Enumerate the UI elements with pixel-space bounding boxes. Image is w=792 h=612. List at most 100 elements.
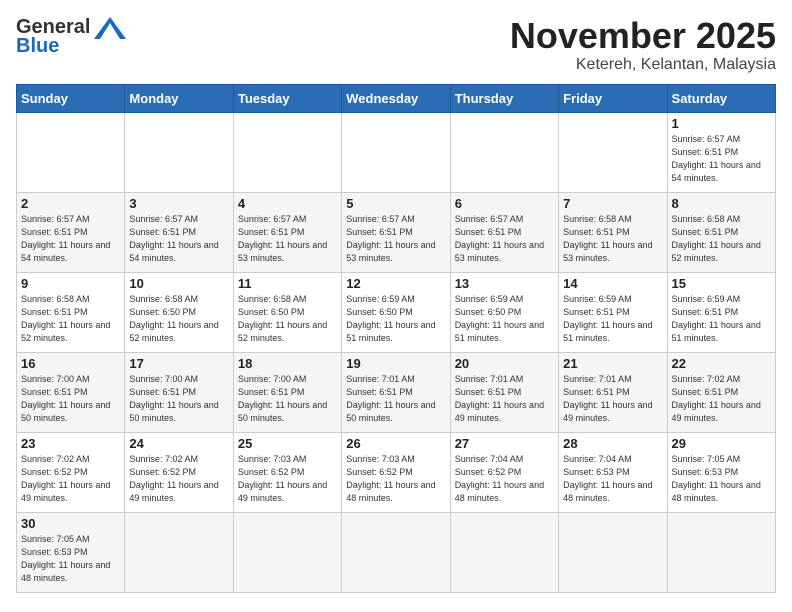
calendar-cell: 2 Sunrise: 6:57 AM Sunset: 6:51 PM Daylig… xyxy=(17,192,125,272)
calendar-cell xyxy=(342,512,450,592)
day-number: 11 xyxy=(238,276,337,291)
day-header-friday: Friday xyxy=(559,84,667,112)
logo-icon xyxy=(94,17,126,39)
day-number: 17 xyxy=(129,356,228,371)
calendar-cell: 7 Sunrise: 6:58 AM Sunset: 6:51 PM Daylig… xyxy=(559,192,667,272)
location-title: Ketereh, Kelantan, Malaysia xyxy=(510,56,776,74)
calendar-week-row: 30Sunrise: 7:05 AM Sunset: 6:53 PM Dayli… xyxy=(17,512,776,592)
month-title: November 2025 xyxy=(510,16,776,56)
calendar-cell: 20 Sunrise: 7:01 AM Sunset: 6:51 PM Dayli… xyxy=(450,352,558,432)
day-info: Sunrise: 7:05 AM Sunset: 6:53 PM Dayligh… xyxy=(672,453,771,505)
day-number: 10 xyxy=(129,276,228,291)
calendar-cell: 12 Sunrise: 6:59 AM Sunset: 6:50 PM Dayli… xyxy=(342,272,450,352)
day-number: 5 xyxy=(346,196,445,211)
day-number: 18 xyxy=(238,356,337,371)
calendar-cell: 3Sunrise: 6:57 AM Sunset: 6:51 PM Daylig… xyxy=(125,192,233,272)
day-number: 27 xyxy=(455,436,554,451)
day-info: Sunrise: 6:57 AM Sunset: 6:51 PM Dayligh… xyxy=(21,213,120,265)
day-info: Sunrise: 7:01 AM Sunset: 6:51 PM Dayligh… xyxy=(346,373,445,425)
day-header-saturday: Saturday xyxy=(667,84,775,112)
calendar-cell xyxy=(667,512,775,592)
calendar-cell xyxy=(17,112,125,192)
calendar-cell: 8 Sunrise: 6:58 AM Sunset: 6:51 PM Daylig… xyxy=(667,192,775,272)
day-info: Sunrise: 7:00 AM Sunset: 6:51 PM Dayligh… xyxy=(129,373,228,425)
calendar-cell xyxy=(233,512,341,592)
day-number: 21 xyxy=(563,356,662,371)
day-info: Sunrise: 6:58 AM Sunset: 6:51 PM Dayligh… xyxy=(563,213,662,265)
calendar-cell: 25 Sunrise: 7:03 AM Sunset: 6:52 PM Dayli… xyxy=(233,432,341,512)
calendar-cell: 27 Sunrise: 7:04 AM Sunset: 6:52 PM Dayli… xyxy=(450,432,558,512)
calendar-week-row: 23Sunrise: 7:02 AM Sunset: 6:52 PM Dayli… xyxy=(17,432,776,512)
day-number: 25 xyxy=(238,436,337,451)
day-info: Sunrise: 7:03 AM Sunset: 6:52 PM Dayligh… xyxy=(238,453,337,505)
calendar-cell xyxy=(125,112,233,192)
day-info: Sunrise: 6:58 AM Sunset: 6:51 PM Dayligh… xyxy=(21,293,120,345)
calendar-cell: 26 Sunrise: 7:03 AM Sunset: 6:52 PM Dayli… xyxy=(342,432,450,512)
calendar-cell: 15Sunrise: 6:59 AM Sunset: 6:51 PM Dayli… xyxy=(667,272,775,352)
day-info: Sunrise: 7:05 AM Sunset: 6:53 PM Dayligh… xyxy=(21,533,120,585)
day-header-tuesday: Tuesday xyxy=(233,84,341,112)
title-area: November 2025 Ketereh, Kelantan, Malaysi… xyxy=(510,16,776,74)
calendar-cell: 5 Sunrise: 6:57 AM Sunset: 6:51 PM Daylig… xyxy=(342,192,450,272)
calendar-cell: 28Sunrise: 7:04 AM Sunset: 6:53 PM Dayli… xyxy=(559,432,667,512)
calendar-cell: 30Sunrise: 7:05 AM Sunset: 6:53 PM Dayli… xyxy=(17,512,125,592)
calendar-cell: 29Sunrise: 7:05 AM Sunset: 6:53 PM Dayli… xyxy=(667,432,775,512)
day-info: Sunrise: 6:58 AM Sunset: 6:50 PM Dayligh… xyxy=(238,293,337,345)
day-number: 7 xyxy=(563,196,662,211)
day-info: Sunrise: 7:03 AM Sunset: 6:52 PM Dayligh… xyxy=(346,453,445,505)
calendar-week-row: 16 Sunrise: 7:00 AM Sunset: 6:51 PM Dayli… xyxy=(17,352,776,432)
calendar-cell: 21 Sunrise: 7:01 AM Sunset: 6:51 PM Dayli… xyxy=(559,352,667,432)
calendar-cell: 23Sunrise: 7:02 AM Sunset: 6:52 PM Dayli… xyxy=(17,432,125,512)
calendar-cell: 1Sunrise: 6:57 AM Sunset: 6:51 PM Daylig… xyxy=(667,112,775,192)
day-header-sunday: Sunday xyxy=(17,84,125,112)
day-number: 2 xyxy=(21,196,120,211)
day-info: Sunrise: 7:04 AM Sunset: 6:52 PM Dayligh… xyxy=(455,453,554,505)
logo-blue-text: Blue xyxy=(16,35,59,58)
logo-area: General Blue xyxy=(16,16,126,58)
calendar-week-row: 1Sunrise: 6:57 AM Sunset: 6:51 PM Daylig… xyxy=(17,112,776,192)
day-number: 12 xyxy=(346,276,445,291)
day-number: 3 xyxy=(129,196,228,211)
calendar-cell: 4 Sunrise: 6:57 AM Sunset: 6:51 PM Daylig… xyxy=(233,192,341,272)
day-number: 24 xyxy=(129,436,228,451)
day-header-thursday: Thursday xyxy=(450,84,558,112)
day-number: 20 xyxy=(455,356,554,371)
day-number: 8 xyxy=(672,196,771,211)
calendar-cell: 22Sunrise: 7:02 AM Sunset: 6:51 PM Dayli… xyxy=(667,352,775,432)
day-number: 9 xyxy=(21,276,120,291)
day-number: 6 xyxy=(455,196,554,211)
calendar-cell: 11 Sunrise: 6:58 AM Sunset: 6:50 PM Dayli… xyxy=(233,272,341,352)
day-info: Sunrise: 7:01 AM Sunset: 6:51 PM Dayligh… xyxy=(455,373,554,425)
calendar-week-row: 2 Sunrise: 6:57 AM Sunset: 6:51 PM Daylig… xyxy=(17,192,776,272)
day-info: Sunrise: 6:57 AM Sunset: 6:51 PM Dayligh… xyxy=(346,213,445,265)
calendar-cell xyxy=(559,512,667,592)
day-info: Sunrise: 6:57 AM Sunset: 6:51 PM Dayligh… xyxy=(455,213,554,265)
day-number: 16 xyxy=(21,356,120,371)
calendar-cell xyxy=(450,512,558,592)
calendar-cell: 10 Sunrise: 6:58 AM Sunset: 6:50 PM Dayli… xyxy=(125,272,233,352)
day-number: 28 xyxy=(563,436,662,451)
day-number: 4 xyxy=(238,196,337,211)
calendar-cell xyxy=(125,512,233,592)
calendar-header-row: SundayMondayTuesdayWednesdayThursdayFrid… xyxy=(17,84,776,112)
day-info: Sunrise: 6:58 AM Sunset: 6:50 PM Dayligh… xyxy=(129,293,228,345)
day-info: Sunrise: 7:01 AM Sunset: 6:51 PM Dayligh… xyxy=(563,373,662,425)
day-info: Sunrise: 6:59 AM Sunset: 6:51 PM Dayligh… xyxy=(672,293,771,345)
header: General Blue November 2025 Ketereh, Kela… xyxy=(16,16,776,74)
calendar-cell: 17 Sunrise: 7:00 AM Sunset: 6:51 PM Dayli… xyxy=(125,352,233,432)
day-info: Sunrise: 6:57 AM Sunset: 6:51 PM Dayligh… xyxy=(238,213,337,265)
day-info: Sunrise: 6:58 AM Sunset: 6:51 PM Dayligh… xyxy=(672,213,771,265)
day-info: Sunrise: 6:59 AM Sunset: 6:51 PM Dayligh… xyxy=(563,293,662,345)
day-info: Sunrise: 7:00 AM Sunset: 6:51 PM Dayligh… xyxy=(238,373,337,425)
day-info: Sunrise: 6:59 AM Sunset: 6:50 PM Dayligh… xyxy=(346,293,445,345)
day-header-wednesday: Wednesday xyxy=(342,84,450,112)
calendar-cell: 13Sunrise: 6:59 AM Sunset: 6:50 PM Dayli… xyxy=(450,272,558,352)
day-number: 19 xyxy=(346,356,445,371)
day-number: 26 xyxy=(346,436,445,451)
day-info: Sunrise: 7:00 AM Sunset: 6:51 PM Dayligh… xyxy=(21,373,120,425)
calendar-cell: 9 Sunrise: 6:58 AM Sunset: 6:51 PM Daylig… xyxy=(17,272,125,352)
calendar-cell xyxy=(559,112,667,192)
calendar-cell: 19 Sunrise: 7:01 AM Sunset: 6:51 PM Dayli… xyxy=(342,352,450,432)
calendar-table: SundayMondayTuesdayWednesdayThursdayFrid… xyxy=(16,84,776,593)
calendar-cell: 24Sunrise: 7:02 AM Sunset: 6:52 PM Dayli… xyxy=(125,432,233,512)
